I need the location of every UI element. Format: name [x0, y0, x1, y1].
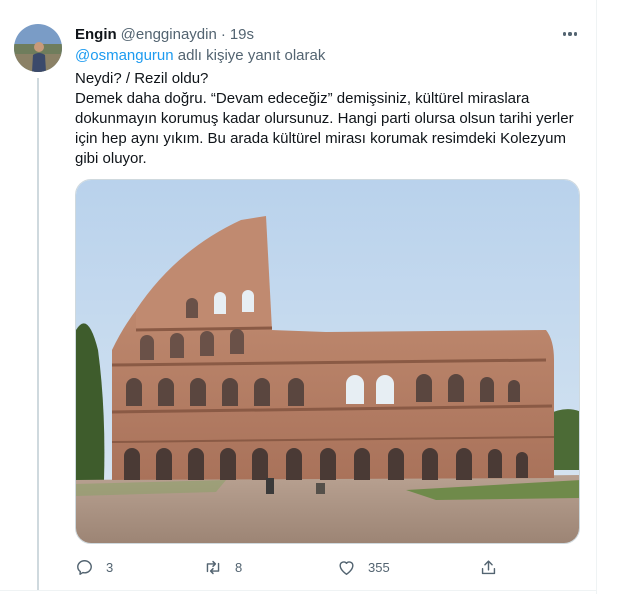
tweet-media-image[interactable] [75, 179, 580, 544]
avatar-photo [14, 24, 62, 72]
thread-line [37, 78, 39, 590]
avatar[interactable] [14, 24, 62, 72]
reply-icon [77, 559, 92, 575]
author-name[interactable]: Engin [75, 26, 117, 43]
share-button[interactable] [479, 556, 498, 578]
colosseum-photo [76, 180, 579, 543]
timestamp[interactable]: 19s [230, 26, 254, 43]
reply-suffix: adlı kişiye yanıt olarak [173, 47, 326, 64]
separator-dot: · [220, 25, 226, 43]
reply-count: 3 [106, 559, 114, 575]
share-icon [481, 559, 496, 574]
author-handle[interactable]: @engginaydin [121, 26, 217, 43]
replying-to: @osmangurun adlı kişiye yanıt olarak [75, 47, 325, 64]
more-options-button[interactable] [559, 24, 581, 44]
tweet-header: Engin @engginaydin · 19s [75, 24, 254, 44]
retweet-count: 8 [235, 559, 243, 575]
like-button[interactable]: 355 [337, 556, 390, 578]
heart-icon [339, 560, 354, 575]
tweet-actions: 3 8 355 [75, 556, 505, 578]
reply-mention-link[interactable]: @osmangurun [75, 47, 174, 64]
tweet-text-line: dokunmayın korumuş kadar olursunuz. Hang… [75, 110, 574, 127]
more-horizontal-icon [562, 32, 567, 36]
tweet-text-line: Neydi? / Rezil oldu? [75, 70, 209, 87]
retweet-icon [206, 560, 220, 574]
tweet-text: Neydi? / Rezil oldu? Demek daha doğru. “… [75, 69, 575, 169]
tweet-text-line: gibi oluyor. [75, 150, 147, 167]
timeline-right-border [596, 0, 597, 594]
reply-button[interactable]: 3 [75, 556, 113, 578]
tweet-bottom-divider [0, 590, 597, 591]
tweet-text-line: için hep aynı yıkım. Bu arada kültürel m… [75, 130, 567, 147]
tweet-text-line: Demek daha doğru. “Devam edeceğiz” demiş… [75, 90, 530, 107]
like-count: 355 [368, 559, 390, 575]
retweet-button[interactable]: 8 [203, 556, 242, 578]
